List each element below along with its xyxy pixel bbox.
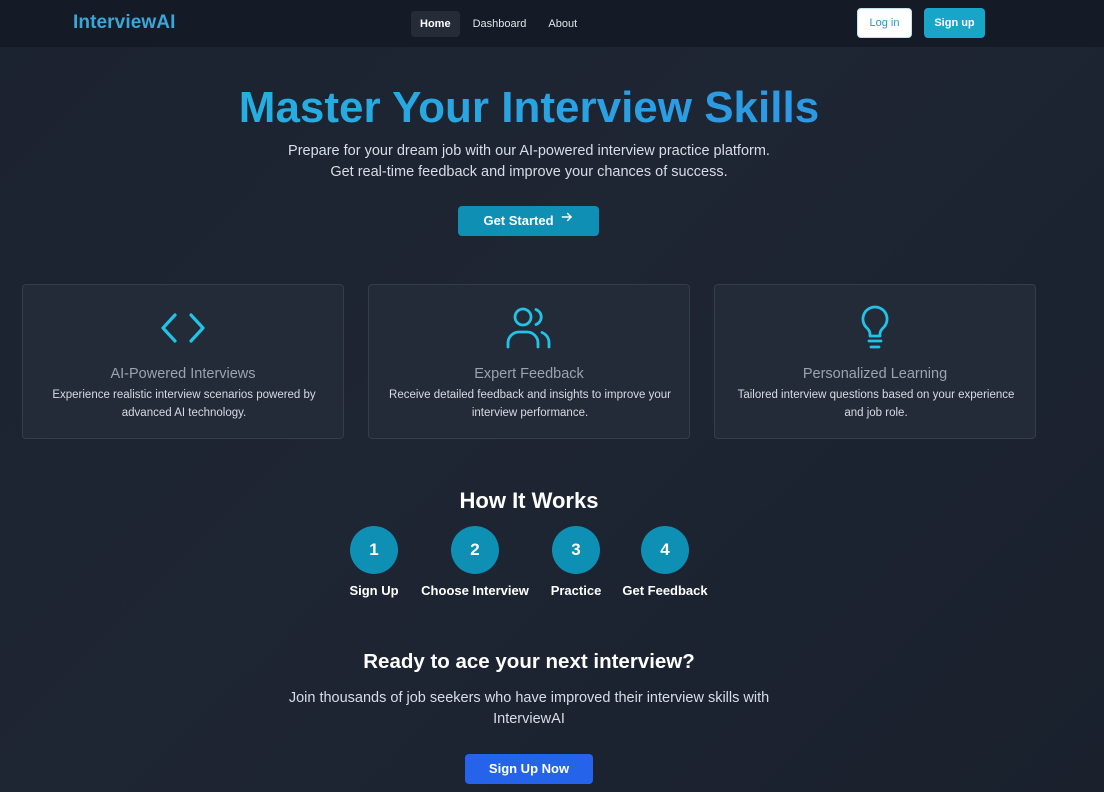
feature-title: Expert Feedback [474, 366, 584, 382]
login-button[interactable]: Log in [857, 8, 912, 38]
brand-logo[interactable]: InterviewAI [73, 12, 175, 34]
hero-title: Master Your Interview Skills [0, 82, 1058, 134]
cta-subtitle: Join thousands of job seekers who have i… [288, 690, 770, 727]
step-label: Practice [550, 583, 602, 598]
code-brackets-icon [23, 305, 343, 351]
cta-title: Ready to ace your next interview? [363, 650, 695, 673]
step-choose-interview: 2 Choose Interview [420, 526, 530, 598]
feature-card-personalized-learning: Personalized Learning Tailored interview… [714, 284, 1036, 439]
feature-description: Experience realistic interview scenarios… [52, 389, 316, 419]
nav-links: Home Dashboard About [411, 11, 586, 37]
nav-link-dashboard[interactable]: Dashboard [464, 11, 536, 37]
hero-subtitle: Prepare for your dream job with our AI-p… [288, 143, 770, 180]
step-label: Sign Up [349, 583, 399, 598]
users-icon [369, 305, 689, 351]
step-label: Choose Interview [421, 583, 529, 598]
step-label: Get Feedback [622, 583, 708, 598]
step-get-feedback: 4 Get Feedback [620, 526, 710, 598]
feature-description: Receive detailed feedback and insights t… [389, 389, 671, 419]
lightbulb-icon [715, 305, 1035, 351]
step-number: 4 [641, 526, 689, 574]
nav-link-about[interactable]: About [539, 11, 586, 37]
get-started-label: Get Started [483, 213, 554, 228]
feature-description: Tailored interview questions based on yo… [737, 389, 1015, 419]
sign-up-now-button[interactable]: Sign Up Now [465, 754, 593, 784]
step-practice: 3 Practice [546, 526, 606, 598]
step-number: 3 [552, 526, 600, 574]
nav-link-home[interactable]: Home [411, 11, 460, 37]
step-number: 1 [350, 526, 398, 574]
feature-card-ai-interviews: AI-Powered Interviews Experience realist… [22, 284, 344, 439]
navbar: InterviewAI Home Dashboard About Log in … [0, 0, 1104, 46]
arrow-right-icon [560, 205, 574, 235]
step-sign-up: 1 Sign Up [344, 526, 404, 598]
how-it-works-title: How It Works [459, 488, 599, 513]
feature-card-expert-feedback: Expert Feedback Receive detailed feedbac… [368, 284, 690, 439]
feature-title: Personalized Learning [802, 366, 948, 382]
get-started-button[interactable]: Get Started [458, 206, 599, 236]
feature-title: AI-Powered Interviews [110, 366, 256, 382]
step-number: 2 [451, 526, 499, 574]
signup-button[interactable]: Sign up [924, 8, 985, 38]
